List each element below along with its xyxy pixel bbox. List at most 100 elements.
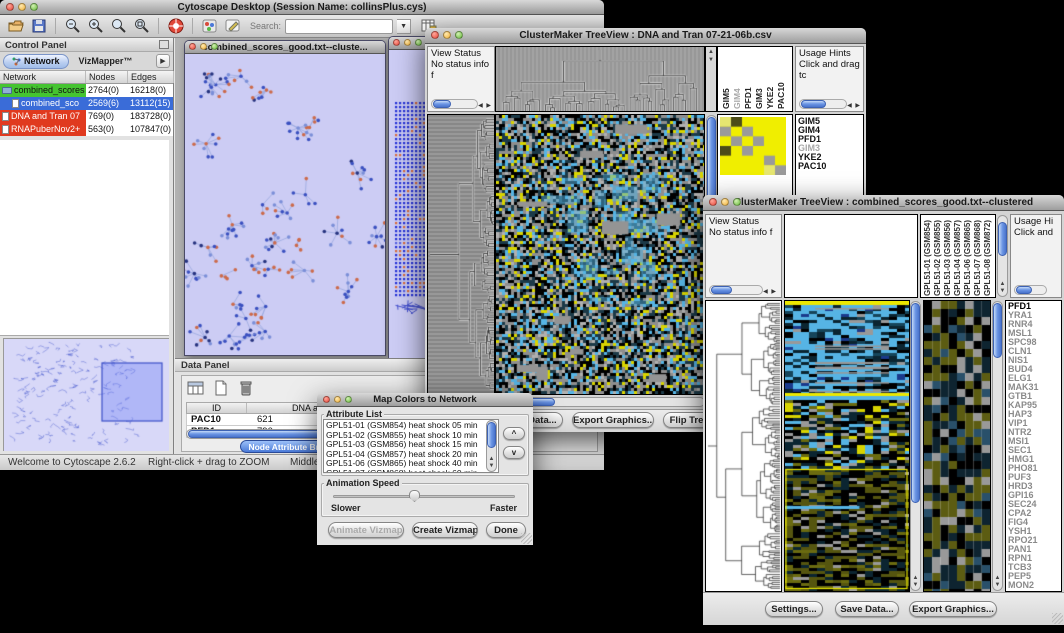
- status-welcome: Welcome to Cytoscape 2.6.2: [8, 457, 136, 468]
- tv2-collabel-scrollbar[interactable]: ▲▼: [997, 215, 1008, 297]
- zoom-button[interactable]: [30, 3, 38, 11]
- tv2-column-label[interactable]: GPL51-03 (GSM856): [943, 216, 953, 296]
- vizmapper-icon[interactable]: [200, 17, 219, 35]
- tv1-status-scrollbar[interactable]: ◀ ▶: [431, 99, 478, 109]
- zoom-in-icon[interactable]: [86, 17, 105, 35]
- network-view-frame[interactable]: combined_scores_good.txt--cluste...: [184, 40, 386, 356]
- frame-minimize-button[interactable]: [200, 43, 207, 50]
- tv2-hints-scrollbar[interactable]: [1014, 285, 1047, 295]
- minimize-button[interactable]: [18, 3, 26, 11]
- close-button[interactable]: [6, 3, 14, 11]
- tv2-resize-grip[interactable]: [1052, 613, 1063, 624]
- tv1-hints-scrollbar[interactable]: ◀ ▶: [799, 99, 847, 109]
- network-table-row[interactable]: combined_scores 2764(0) 16218(0): [0, 84, 173, 97]
- tv2-close-button[interactable]: [709, 198, 717, 206]
- tv1-column-label[interactable]: GIM3: [754, 49, 765, 109]
- tv1-column-labels[interactable]: GIM5GIM4PFD1GIM3YKE2PAC10: [717, 46, 793, 112]
- tv2-export-graphics-button[interactable]: Export Graphics...: [909, 601, 997, 617]
- tv1-zoom-heatmap[interactable]: [720, 117, 786, 175]
- tv2-column-labels[interactable]: GPL51-01 (GSM854)GPL51-02 (GSM855)GPL51-…: [920, 214, 996, 298]
- network-table-row[interactable]: RNAPuberNov2+ 563(0) 107847(0): [0, 123, 173, 136]
- tv2-genelist-scrollbar[interactable]: ▲▼: [992, 301, 1003, 591]
- select-attributes-icon[interactable]: [186, 379, 206, 397]
- tv2-column-label[interactable]: GPL51-06 (GSM865): [963, 216, 973, 296]
- attribute-list-item[interactable]: GPL51-07 (GSM868) heat shock 60 min: [326, 469, 496, 474]
- zoom-selected-icon[interactable]: [132, 17, 151, 35]
- treeview-dna-titlebar[interactable]: ClusterMaker TreeView : DNA and Tran 07-…: [425, 28, 866, 44]
- dialog-minimize-button[interactable]: [334, 396, 341, 403]
- desktop: { "main_window": { "title": "Cytoscape D…: [0, 0, 1064, 633]
- network-overview-panel[interactable]: [3, 338, 169, 451]
- tv2-column-label[interactable]: GPL51-07 (GSM868): [973, 216, 983, 296]
- tab-network[interactable]: Network: [3, 54, 69, 69]
- tv2-zoom-heatmap[interactable]: [923, 300, 991, 592]
- tv2-column-label[interactable]: GPL51-08 (GSM872): [983, 216, 993, 296]
- tv2-column-tree-area[interactable]: [784, 214, 918, 298]
- help-icon[interactable]: [166, 17, 185, 35]
- tv2-gene-label[interactable]: MON2: [1008, 581, 1059, 590]
- tv2-minimize-button[interactable]: [721, 198, 729, 206]
- float-panel-icon[interactable]: [159, 40, 169, 49]
- network-row-icon: [2, 112, 9, 121]
- move-down-button[interactable]: v: [503, 446, 525, 459]
- treeview-combined-titlebar[interactable]: ClusterMaker TreeView : combined_scores_…: [703, 195, 1064, 211]
- zoom-fit-icon[interactable]: [109, 17, 128, 35]
- network-table-header[interactable]: Network Nodes Edges: [0, 71, 173, 84]
- tv1-export-graphics-button[interactable]: Export Graphics...: [572, 412, 654, 428]
- new-attribute-icon[interactable]: [211, 379, 231, 397]
- tv2-column-label[interactable]: GPL51-02 (GSM855): [933, 216, 943, 296]
- network-table-row[interactable]: DNA and Tran 07 769(0) 183728(0): [0, 110, 173, 123]
- frame2-close-button[interactable]: [393, 39, 400, 46]
- tv1-column-dendrogram[interactable]: [495, 46, 705, 112]
- attribute-list-scrollbar[interactable]: ▲▼: [486, 420, 497, 472]
- tv2-settings-button[interactable]: Settings...: [765, 601, 823, 617]
- network-view-canvas[interactable]: [185, 54, 385, 355]
- tab-overflow-button[interactable]: ▶: [156, 54, 170, 68]
- tv2-heatmap-vscrollbar[interactable]: ▲▼: [910, 301, 921, 591]
- search-dropdown-button[interactable]: ▼: [397, 19, 411, 34]
- animation-speed-slider[interactable]: [333, 495, 515, 498]
- main-window-titlebar[interactable]: Cytoscape Desktop (Session Name: collins…: [0, 0, 604, 15]
- move-up-button[interactable]: ^: [503, 427, 525, 440]
- attribute-list[interactable]: GPL51-01 (GSM854) heat shock 05 minGPL51…: [323, 419, 499, 473]
- network-overview-canvas[interactable]: [4, 339, 169, 451]
- network-table-row[interactable]: combined_sco 2569(6) 13112(15): [0, 97, 173, 110]
- zoom-out-icon[interactable]: [63, 17, 82, 35]
- dialog-resize-grip[interactable]: [521, 533, 532, 544]
- tv2-heatmap[interactable]: [784, 300, 910, 592]
- frame2-minimize-button[interactable]: [404, 39, 411, 46]
- save-session-icon[interactable]: [29, 17, 48, 35]
- animate-vizmap-button[interactable]: Animate Vizmap: [328, 522, 404, 538]
- dialog-zoom-button[interactable]: [345, 396, 352, 403]
- tv1-column-label[interactable]: PAC10: [776, 49, 787, 109]
- tv2-column-label[interactable]: GPL51-04 (GSM857): [953, 216, 963, 296]
- frame2-zoom-button[interactable]: [415, 39, 422, 46]
- tv2-save-data-button[interactable]: Save Data...: [835, 601, 899, 617]
- tv2-row-dendrogram[interactable]: [705, 300, 782, 592]
- frame-zoom-button[interactable]: [211, 43, 218, 50]
- tv2-gene-labels[interactable]: PFD1YRA1RNR4MSL1SPC98CLN1NIS1BUD4ELG1MAK…: [1005, 300, 1062, 592]
- tv1-column-label[interactable]: PFD1: [743, 49, 754, 109]
- create-vizmap-button[interactable]: Create Vizmap: [412, 522, 478, 538]
- tv1-row-label[interactable]: PAC10: [798, 162, 861, 171]
- tv1-column-label[interactable]: GIM4: [732, 49, 743, 109]
- tv2-zoom-button[interactable]: [733, 198, 741, 206]
- tv1-close-button[interactable]: [431, 31, 439, 39]
- open-session-icon[interactable]: [6, 17, 25, 35]
- tv1-row-dendrogram[interactable]: [427, 114, 495, 395]
- network-table: Network Nodes Edges combined_scores 2764…: [0, 71, 173, 136]
- annotation-icon[interactable]: [223, 17, 242, 35]
- search-input[interactable]: [285, 19, 393, 34]
- done-button[interactable]: Done: [486, 522, 526, 538]
- tv1-zoom-button[interactable]: [455, 31, 463, 39]
- tv1-minimize-button[interactable]: [443, 31, 451, 39]
- dialog-close-button[interactable]: [323, 396, 330, 403]
- tv1-heatmap[interactable]: [495, 114, 705, 395]
- tv1-column-label[interactable]: YKE2: [765, 49, 776, 109]
- tv2-status-scrollbar[interactable]: ◀ ▶: [709, 285, 763, 295]
- tv2-column-label[interactable]: GPL51-01 (GSM854): [923, 216, 933, 296]
- tv1-column-label[interactable]: GIM5: [721, 49, 732, 109]
- tab-vizmapper[interactable]: VizMapper™: [71, 54, 141, 69]
- delete-attribute-icon[interactable]: [236, 379, 256, 397]
- frame-close-button[interactable]: [189, 43, 196, 50]
